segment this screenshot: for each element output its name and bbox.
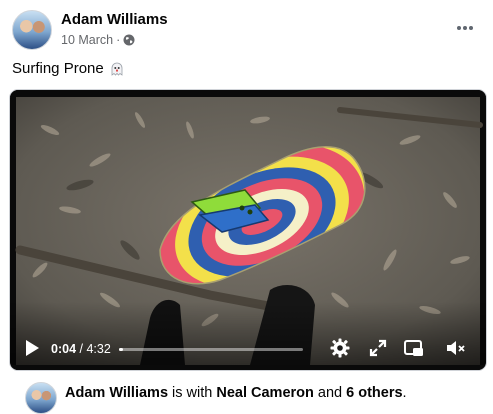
ghost-emoji-icon: [109, 61, 125, 77]
tagged-people-row: Adam Williams is with Neal Cameron and 6…: [9, 372, 485, 414]
tagged-friend-link[interactable]: Neal Cameron: [216, 385, 314, 401]
tagged-avatar[interactable]: [25, 382, 57, 414]
video-controls: 0:04 / 4:32: [10, 334, 486, 364]
post-meta: 10 March ·: [61, 33, 135, 47]
post-date[interactable]: 10 March: [61, 33, 113, 47]
video-thumbnail: [10, 90, 486, 370]
meta-separator: ·: [116, 33, 121, 47]
duration: 4:32: [86, 342, 111, 356]
video-time: 0:04 / 4:32: [51, 342, 111, 356]
volume-muted-icon[interactable]: [444, 337, 466, 359]
post-text: Surfing Prone: [12, 60, 125, 77]
footer-end: .: [402, 385, 407, 401]
current-time: 0:04: [51, 342, 77, 356]
video-player[interactable]: 0:04 / 4:32: [10, 90, 486, 370]
time-separator: /: [76, 342, 87, 356]
footer-with-text: is with: [168, 385, 217, 401]
others-link[interactable]: 6 others: [346, 385, 402, 401]
footer-author-link[interactable]: Adam Williams: [65, 385, 168, 401]
more-options-button[interactable]: [451, 14, 479, 42]
footer-and-text: and: [313, 385, 347, 401]
play-icon[interactable]: [24, 339, 40, 357]
post-text-content: Surfing Prone: [12, 60, 104, 77]
settings-gear-icon[interactable]: [329, 337, 351, 359]
globe-icon[interactable]: [123, 34, 135, 46]
picture-in-picture-icon[interactable]: [403, 337, 425, 359]
more-options-icon: [457, 26, 473, 30]
author-name[interactable]: Adam Williams: [61, 11, 168, 28]
post-header: Adam Williams 10 March ·: [0, 0, 493, 56]
progress-bar[interactable]: [119, 348, 303, 351]
video-card: 0:04 / 4:32: [9, 89, 487, 371]
fullscreen-icon[interactable]: [367, 337, 389, 359]
progress-fill: [119, 348, 123, 351]
tagged-text: Adam Williams is with Neal Cameron and 6…: [65, 385, 407, 401]
author-avatar[interactable]: [12, 10, 52, 50]
